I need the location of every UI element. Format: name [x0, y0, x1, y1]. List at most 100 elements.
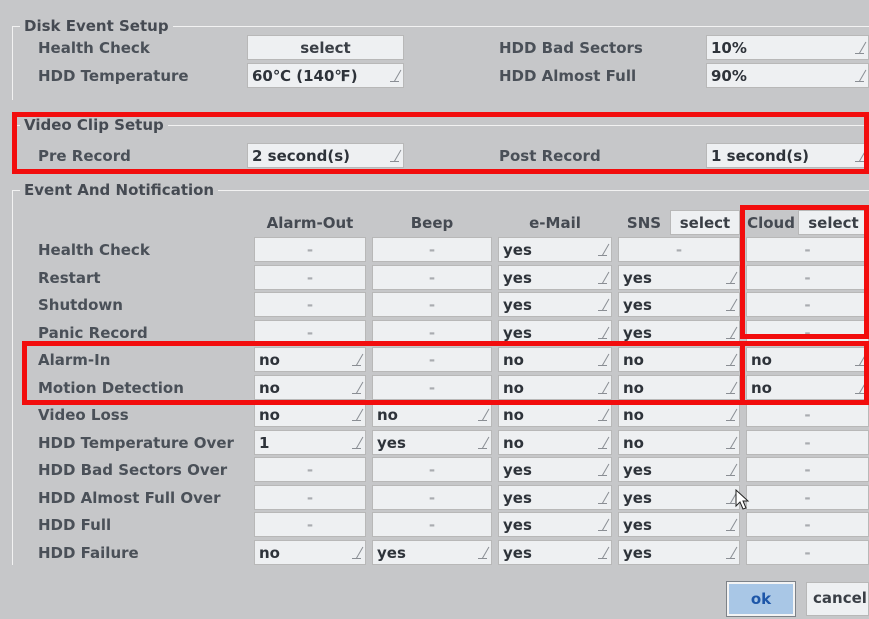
event-cell-value: 1	[259, 433, 270, 452]
event-cell-email[interactable]: yes	[498, 264, 612, 290]
video-clip-highlight-box	[12, 112, 869, 174]
event-cell-sns[interactable]: yes	[618, 539, 740, 565]
dropdown-arrow-icon	[478, 435, 487, 449]
event-cell-value: no	[623, 406, 644, 424]
hdd-bad-sectors-dropdown[interactable]: 10%	[706, 35, 869, 60]
dropdown-arrow-icon	[598, 517, 607, 531]
dropdown-arrow-icon	[352, 435, 361, 449]
event-cell-email[interactable]: yes	[498, 237, 612, 262]
event-cell-email[interactable]: yes	[498, 484, 612, 510]
event-cell-cloud[interactable]: -	[746, 457, 869, 482]
event-cell-sns[interactable]: yes	[618, 292, 740, 317]
event-cell-email[interactable]: yes	[498, 457, 612, 482]
dropdown-arrow-icon	[598, 242, 607, 256]
event-cell-sns[interactable]: yes	[618, 264, 740, 290]
column-header-beep: Beep	[410, 214, 454, 232]
event-cell-alarm-out[interactable]: -	[254, 512, 366, 537]
event-cell-alarm-out[interactable]: no	[254, 402, 366, 427]
event-cell-cloud[interactable]: -	[746, 512, 869, 537]
event-row-label: Video Loss	[38, 406, 129, 424]
event-cell-value: -	[306, 323, 314, 342]
event-cell-value: -	[804, 461, 811, 479]
event-cell-value: -	[804, 543, 811, 562]
dropdown-arrow-icon	[598, 490, 607, 504]
event-row-label: HDD Almost Full Over	[38, 488, 221, 507]
event-cell-value: -	[306, 488, 314, 507]
event-cell-value: yes	[503, 268, 532, 287]
health-check-select-button[interactable]: select	[247, 35, 404, 60]
hdd-temperature-dropdown[interactable]: 60℃ (140℉)	[247, 63, 404, 88]
dropdown-arrow-icon	[598, 325, 607, 339]
event-cell-alarm-out[interactable]: 1	[254, 429, 366, 455]
cancel-button[interactable]: cancel	[806, 582, 869, 616]
event-cell-beep[interactable]: -	[372, 292, 492, 317]
hdd-almost-full-dropdown[interactable]: 90%	[706, 63, 869, 88]
event-cell-value: -	[428, 296, 436, 314]
event-cell-email[interactable]: no	[498, 429, 612, 455]
event-cell-cloud[interactable]: -	[746, 402, 869, 427]
dropdown-arrow-icon	[478, 545, 487, 559]
ok-button-label: ok	[750, 590, 772, 608]
event-cell-value: yes	[623, 516, 652, 534]
event-cell-value: -	[306, 296, 314, 314]
event-cell-alarm-out[interactable]: -	[254, 237, 366, 262]
hdd-temperature-label: HDD Temperature	[38, 67, 189, 85]
event-cell-beep[interactable]: -	[372, 457, 492, 482]
event-cell-value: yes	[377, 433, 406, 452]
event-cell-value: yes	[503, 461, 532, 479]
dropdown-arrow-icon	[478, 407, 487, 421]
event-cell-cloud[interactable]: -	[746, 484, 869, 510]
event-cell-alarm-out[interactable]: -	[254, 292, 366, 317]
event-cell-sns[interactable]: yes	[618, 457, 740, 482]
event-cell-beep[interactable]: yes	[372, 539, 492, 565]
dropdown-arrow-icon	[726, 325, 735, 339]
event-cell-alarm-out[interactable]: -	[254, 264, 366, 290]
dropdown-arrow-icon	[726, 297, 735, 311]
event-row-label: HDD Bad Sectors Over	[38, 461, 228, 479]
hdd-temperature-value: 60℃ (140℉)	[252, 67, 358, 85]
event-cell-value: -	[306, 268, 314, 287]
dropdown-arrow-icon	[598, 297, 607, 311]
dropdown-arrow-icon	[726, 545, 735, 559]
event-cell-value: yes	[623, 543, 652, 562]
mouse-cursor-icon	[735, 489, 750, 510]
event-cell-beep[interactable]: -	[372, 512, 492, 537]
dropdown-arrow-icon	[726, 435, 735, 449]
ok-button[interactable]: ok	[726, 581, 796, 617]
event-cell-email[interactable]: yes	[498, 539, 612, 565]
event-cell-alarm-out[interactable]: no	[254, 539, 366, 565]
event-cell-value: yes	[503, 488, 532, 507]
dropdown-arrow-icon	[855, 40, 864, 54]
dropdown-arrow-icon	[598, 462, 607, 476]
event-cell-sns[interactable]: -	[618, 237, 740, 262]
event-row-label: HDD Failure	[38, 543, 139, 562]
event-cell-email[interactable]: yes	[498, 292, 612, 317]
event-cell-sns[interactable]: yes	[618, 484, 740, 510]
event-cell-value: yes	[503, 516, 532, 534]
event-cell-value: yes	[503, 296, 532, 314]
event-cell-value: -	[428, 461, 436, 479]
event-cell-value: yes	[503, 241, 532, 259]
event-cell-beep[interactable]: -	[372, 237, 492, 262]
sns-select-button[interactable]: select	[670, 210, 740, 235]
event-cell-email[interactable]: no	[498, 402, 612, 427]
event-row-label: Restart	[38, 268, 101, 287]
event-cell-beep[interactable]: -	[372, 484, 492, 510]
event-cell-sns[interactable]: no	[618, 429, 740, 455]
dropdown-arrow-icon	[598, 407, 607, 421]
event-cell-value: -	[804, 406, 811, 424]
event-cell-cloud[interactable]: -	[746, 429, 869, 455]
hdd-bad-sectors-label: HDD Bad Sectors	[499, 39, 643, 57]
event-cell-alarm-out[interactable]: -	[254, 457, 366, 482]
event-cell-value: -	[428, 488, 436, 507]
event-cell-beep[interactable]: no	[372, 402, 492, 427]
event-cell-sns[interactable]: no	[618, 402, 740, 427]
event-cell-cloud[interactable]: -	[746, 539, 869, 565]
event-cell-alarm-out[interactable]: -	[254, 484, 366, 510]
event-cell-beep[interactable]: yes	[372, 429, 492, 455]
event-cell-sns[interactable]: yes	[618, 512, 740, 537]
event-cell-beep[interactable]: -	[372, 264, 492, 290]
event-cell-email[interactable]: yes	[498, 512, 612, 537]
event-row-label: Shutdown	[38, 296, 123, 314]
event-cell-value: no	[503, 433, 524, 452]
